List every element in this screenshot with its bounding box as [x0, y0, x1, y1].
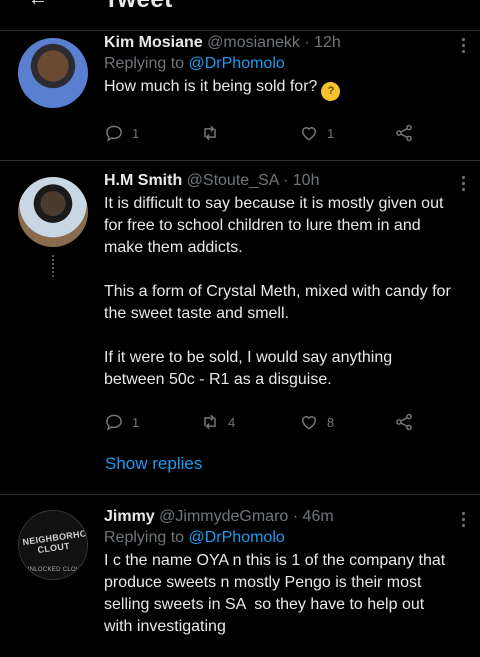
avatar-logo-text: NEIGHBORHOOD CLOUT — [21, 526, 88, 556]
reply-icon — [106, 125, 122, 142]
divider — [0, 30, 480, 31]
display-name[interactable]: H.M Smith — [104, 172, 182, 189]
replying-to-handle[interactable]: @DrPhomolo — [189, 55, 285, 72]
share-icon — [396, 124, 412, 142]
share-button[interactable] — [394, 121, 414, 145]
reply-count: 1 — [132, 125, 140, 141]
handle[interactable]: @mosianekk — [207, 34, 300, 51]
avatar[interactable] — [18, 38, 88, 108]
replying-to: Replying to @DrPhomolo — [104, 55, 454, 73]
display-name[interactable]: Kim Mosiane — [104, 34, 203, 51]
heart-icon — [301, 416, 317, 430]
divider — [0, 160, 480, 161]
replying-to-handle[interactable]: @DrPhomolo — [189, 529, 285, 546]
tweet-actions: 1 4 8 — [104, 410, 424, 434]
thread-connector — [52, 255, 54, 465]
tweet-text-body: How much is it being sold for? — [104, 78, 318, 95]
thinking-face-icon: ? — [321, 82, 341, 101]
avatar[interactable]: NEIGHBORHOOD CLOUT UNLOCKED CLOUT — [18, 510, 88, 580]
tweet-actions: 1 1 — [104, 121, 424, 145]
handle[interactable]: @JimmydeGmaro — [159, 508, 288, 525]
timestamp[interactable]: 46m — [303, 508, 334, 525]
more-options-icon[interactable] — [462, 38, 466, 56]
like-button[interactable]: 1 — [299, 121, 334, 145]
replying-to: Replying to @DrPhomolo — [104, 529, 454, 547]
more-options-icon[interactable] — [462, 176, 466, 194]
handle[interactable]: @Stoute_SA — [187, 172, 279, 189]
like-button[interactable]: 8 — [299, 410, 334, 434]
like-count: 8 — [327, 414, 335, 430]
divider — [0, 494, 480, 495]
retweet-icon — [204, 414, 216, 430]
reply-button[interactable]: 1 — [104, 121, 139, 145]
retweet-button[interactable] — [200, 121, 220, 145]
replying-to-label: Replying to — [104, 529, 185, 546]
tweet-meta: Kim Mosiane @mosianekk · 12h — [104, 34, 454, 52]
show-replies-link[interactable]: Show replies — [105, 454, 202, 474]
reply-icon — [106, 414, 122, 431]
tweet-text: It is difficult to say because it is mos… — [104, 195, 451, 388]
retweet-count: 4 — [228, 414, 236, 430]
reply-count: 1 — [132, 414, 140, 430]
reply-button[interactable]: 1 — [104, 410, 139, 434]
share-button[interactable] — [394, 410, 414, 434]
tweet-meta: H.M Smith @Stoute_SA · 10h — [104, 172, 454, 190]
separator: · — [292, 508, 299, 525]
more-options-icon[interactable] — [462, 512, 466, 530]
like-count: 1 — [327, 125, 335, 141]
top-header: ← Tweet — [0, 0, 480, 30]
separator: · — [304, 34, 310, 51]
back-arrow-icon[interactable]: ← — [28, 0, 48, 11]
share-icon — [396, 413, 412, 431]
replying-to-label: Replying to — [104, 55, 185, 72]
page-title: Tweet — [104, 0, 173, 14]
tweet-meta: Jimmy @JimmydeGmaro · 46m — [104, 508, 454, 526]
avatar[interactable] — [18, 177, 88, 247]
heart-icon — [301, 127, 317, 141]
tweet-text: How much is it being sold for?? — [104, 76, 454, 101]
retweet-button[interactable]: 4 — [200, 410, 235, 434]
timestamp[interactable]: 12h — [314, 34, 341, 51]
avatar-logo-subtext: UNLOCKED CLOUT — [25, 567, 85, 573]
tweet-text: I c the name OYA n this is 1 of the comp… — [104, 552, 450, 635]
retweet-icon — [204, 125, 216, 141]
timestamp[interactable]: 10h — [293, 172, 320, 189]
separator: · — [282, 172, 289, 189]
display-name[interactable]: Jimmy — [104, 508, 155, 525]
